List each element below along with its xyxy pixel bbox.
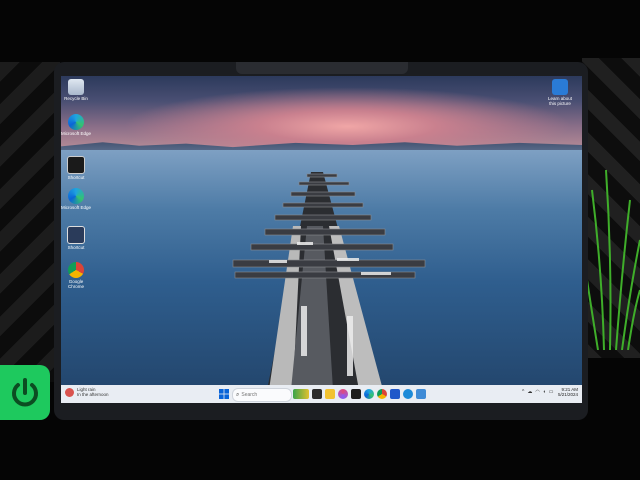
copilot-art-icon[interactable] — [293, 389, 309, 399]
acoustic-foam-left — [0, 62, 60, 382]
picture-info-icon — [552, 79, 568, 95]
volume-icon[interactable]: ◖ — [543, 389, 546, 395]
photo-scene: Recycle Bin Microsoft Edge Shortcut Micr… — [0, 0, 640, 480]
desktop-icon-shortcut-2[interactable]: Shortcut — [61, 226, 91, 250]
channel-logo — [0, 365, 50, 420]
chrome-icon — [68, 262, 84, 278]
file-explorer-icon[interactable] — [325, 389, 335, 399]
edge-icon — [68, 188, 84, 204]
chevron-up-icon[interactable]: ^ — [522, 389, 524, 395]
recycle-bin-icon — [68, 79, 84, 95]
desktop-icon-edge-2[interactable]: Microsoft Edge — [61, 188, 91, 210]
edge-icon[interactable] — [364, 389, 374, 399]
taskbar: Light rain In the afternoon ⌕ Search ^ ☁… — [61, 385, 582, 403]
plant-decoration — [584, 169, 640, 350]
desktop-icon-recycle-bin[interactable]: Recycle Bin — [61, 79, 91, 101]
webcam-notch — [236, 62, 408, 74]
desktop-icon-learn-picture[interactable]: Learn about this picture — [545, 79, 575, 106]
battery-icon[interactable]: ▭ — [549, 389, 554, 395]
onedrive-icon[interactable]: ☁ — [527, 389, 532, 395]
search-input[interactable] — [239, 392, 288, 398]
system-tray: ^ ☁ ◠ ◖ ▭ 9:21 AM 5/21/2024 — [520, 387, 578, 397]
app-shortcut-icon — [67, 226, 85, 244]
wallpaper-pier — [232, 172, 426, 390]
desktop-icon-shortcut-1[interactable]: Shortcut — [61, 156, 91, 180]
desktop-icon-edge[interactable]: Microsoft Edge — [61, 114, 91, 136]
weather-detail: In the afternoon — [77, 392, 109, 397]
weather-widget[interactable]: Light rain In the afternoon — [65, 387, 109, 397]
settings-icon[interactable] — [416, 389, 426, 399]
task-view-icon[interactable] — [312, 389, 322, 399]
store-icon[interactable] — [390, 389, 400, 399]
weather-icon — [65, 387, 74, 397]
taskbar-search[interactable]: ⌕ — [232, 388, 292, 402]
edge-icon — [68, 114, 84, 130]
wifi-icon[interactable]: ◠ — [535, 389, 539, 395]
app-shortcut-icon — [67, 156, 85, 174]
power-icon — [12, 377, 38, 406]
chrome-icon[interactable] — [377, 389, 387, 399]
start-button[interactable] — [219, 389, 229, 399]
desktop-icon-chrome[interactable]: Google Chrome — [61, 262, 91, 289]
copilot-icon[interactable] — [338, 389, 348, 399]
clock-date: 5/21/2024 — [557, 392, 578, 397]
edge-beta-icon[interactable] — [403, 389, 413, 399]
desktop-screen: Recycle Bin Microsoft Edge Shortcut Micr… — [61, 76, 582, 403]
terminal-icon[interactable] — [351, 389, 361, 399]
clock[interactable]: 9:21 AM 5/21/2024 — [558, 387, 578, 397]
